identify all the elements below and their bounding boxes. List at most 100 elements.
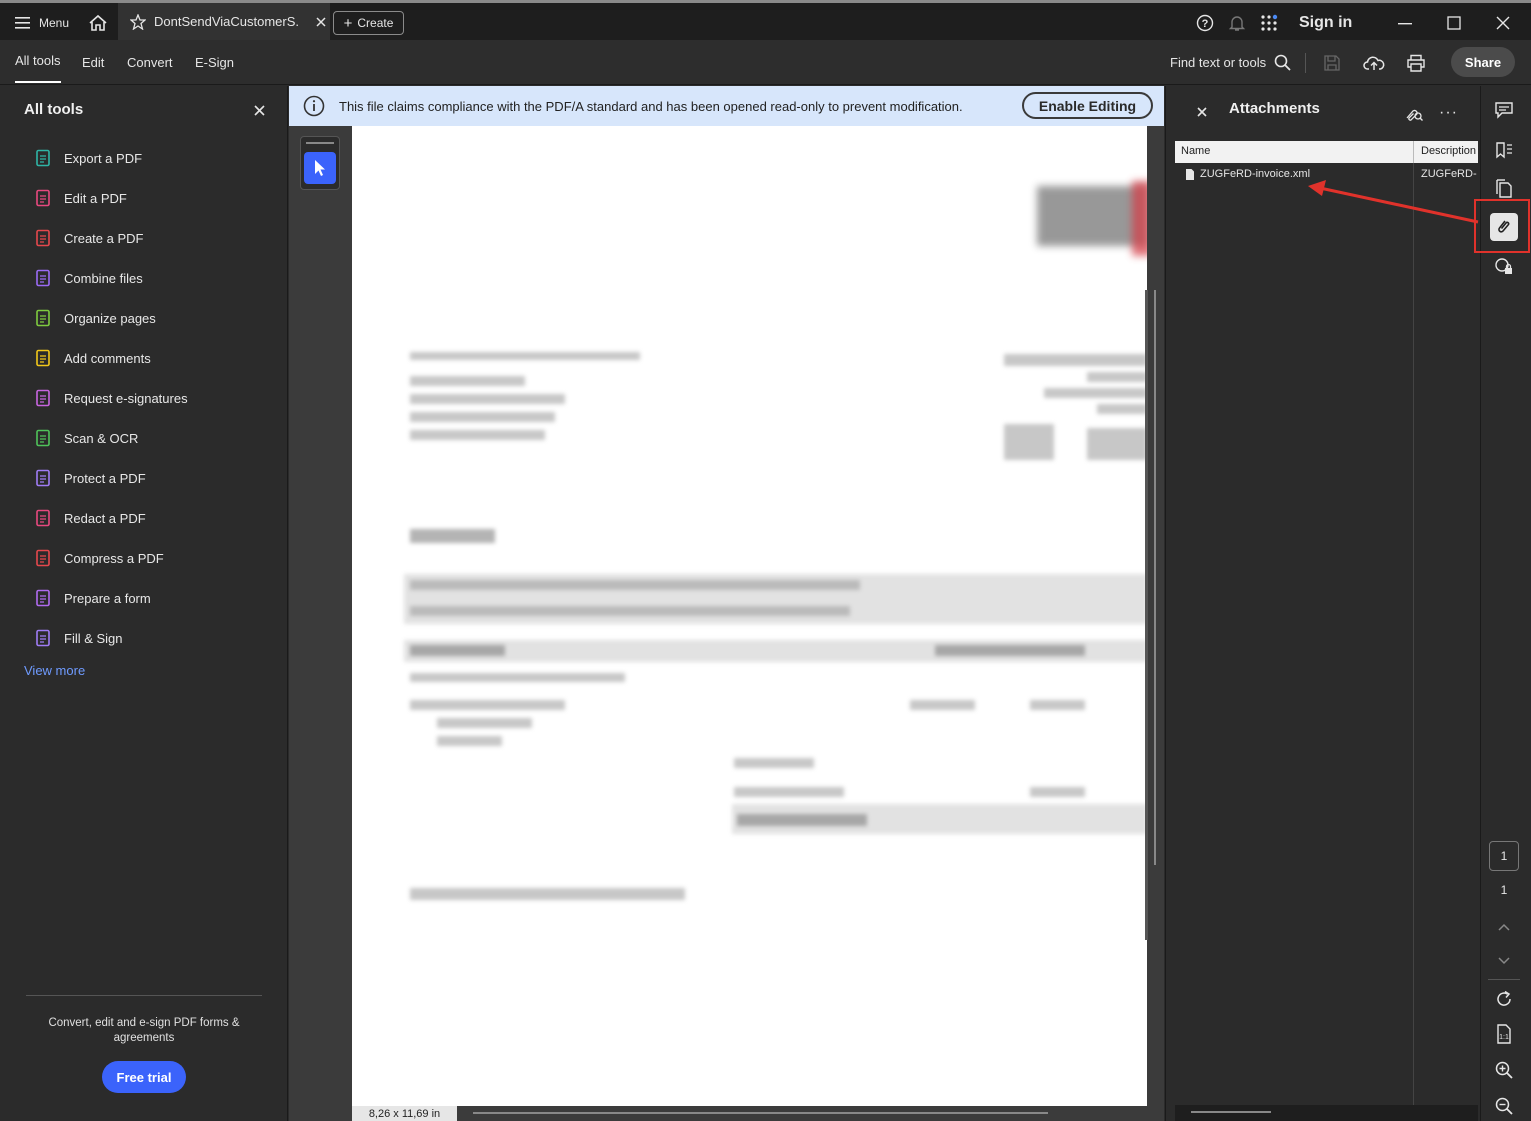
attachments-scroll-track[interactable] — [1175, 1105, 1478, 1121]
create-button[interactable]: + Create — [333, 11, 404, 35]
column-divider-line — [1413, 163, 1414, 1105]
blurred-text — [410, 430, 545, 440]
search-attachments-button[interactable] — [1404, 104, 1424, 122]
maximize-button[interactable] — [1447, 3, 1461, 43]
tool-item[interactable]: Fill & Sign — [34, 626, 123, 650]
prepare-form-icon — [36, 589, 50, 607]
tool-item[interactable]: Combine files — [34, 266, 143, 290]
blurred-text — [935, 645, 1085, 656]
zoom-out-button[interactable] — [1490, 1092, 1518, 1120]
blurred-text — [1097, 404, 1147, 414]
rotate-button[interactable] — [1490, 985, 1518, 1013]
upload-cloud-button[interactable] — [1363, 40, 1385, 85]
maximize-icon — [1447, 16, 1461, 30]
tool-item[interactable]: Redact a PDF — [34, 506, 146, 530]
more-options-icon[interactable]: ··· — [1439, 104, 1458, 122]
tool-item[interactable]: Add comments — [34, 346, 151, 370]
help-button[interactable]: ? — [1196, 3, 1214, 43]
attachments-title: Attachments — [1229, 100, 1320, 117]
previous-page-button[interactable] — [1490, 913, 1518, 941]
blurred-text — [410, 580, 860, 590]
tool-item[interactable]: Export a PDF — [34, 146, 142, 170]
tool-item[interactable]: Compress a PDF — [34, 546, 164, 570]
share-button[interactable]: Share — [1451, 47, 1515, 77]
tab-all-tools[interactable]: All tools — [15, 40, 61, 83]
fit-page-button[interactable]: 1:1 — [1490, 1020, 1518, 1048]
tool-label: Request e-signatures — [64, 390, 188, 406]
title-bar: Menu DontSendViaCustomerS... + Create ? … — [0, 0, 1531, 40]
select-tool-button[interactable] — [304, 152, 336, 184]
free-trial-button[interactable]: Free trial — [102, 1061, 186, 1093]
tool-label: Fill & Sign — [64, 630, 123, 646]
tab-document[interactable]: DontSendViaCustomerS... — [118, 3, 330, 40]
scan-ocr-icon — [36, 429, 50, 447]
create-label: Create — [357, 16, 394, 30]
protect-pdf-icon — [36, 469, 50, 487]
star-icon[interactable] — [130, 13, 146, 30]
attachments-button[interactable] — [1490, 213, 1518, 241]
all-tools-panel: All tools Export a PDF Edit a PDF Create a… — [0, 86, 288, 1121]
attachments-panel — [1165, 86, 1480, 1121]
find-label: Find text or tools — [1170, 55, 1267, 70]
tool-item[interactable]: Scan & OCR — [34, 426, 138, 450]
find-text-or-tools[interactable]: Find text or tools — [1170, 40, 1292, 85]
tool-item[interactable]: Prepare a form — [34, 586, 151, 610]
sign-in-button[interactable]: Sign in — [1299, 3, 1352, 43]
tab-convert-label: Convert — [127, 55, 173, 70]
tool-label: Prepare a form — [64, 590, 151, 606]
vertical-scroll-thumb[interactable] — [1154, 290, 1156, 865]
blurred-heading — [410, 529, 495, 543]
tab-convert[interactable]: Convert — [127, 40, 173, 85]
search-icon — [1274, 54, 1291, 71]
close-panel-button[interactable] — [254, 105, 265, 116]
drag-handle[interactable] — [306, 142, 334, 144]
tool-label: Protect a PDF — [64, 470, 146, 486]
svg-text:?: ? — [1202, 18, 1209, 30]
minimize-icon — [1398, 23, 1412, 25]
vertical-scrollbar[interactable] — [1145, 290, 1148, 940]
current-page-input[interactable]: 1 — [1489, 841, 1519, 871]
minimize-button[interactable] — [1398, 3, 1412, 43]
banner-message: This file claims compliance with the PDF… — [339, 98, 963, 114]
blurred-text — [1004, 354, 1147, 366]
request-esignatures-icon — [36, 389, 50, 407]
notifications-button[interactable] — [1228, 3, 1246, 43]
comments-button[interactable] — [1490, 96, 1518, 124]
menu-button[interactable]: Menu — [15, 3, 69, 43]
fill-sign-icon — [36, 629, 50, 647]
comment-icon — [1495, 102, 1513, 119]
tab-edit[interactable]: Edit — [82, 40, 104, 85]
next-page-button[interactable] — [1490, 947, 1518, 975]
svg-text:1:1: 1:1 — [1499, 1034, 1509, 1041]
print-button[interactable] — [1406, 40, 1426, 85]
tool-item[interactable]: Edit a PDF — [34, 186, 127, 210]
tool-item[interactable]: Protect a PDF — [34, 466, 146, 490]
sign-in-label: Sign in — [1299, 14, 1353, 31]
zoom-in-button[interactable] — [1490, 1056, 1518, 1084]
attachments-scroll-thumb[interactable] — [1191, 1111, 1271, 1113]
view-more-link[interactable]: View more — [24, 663, 85, 678]
horizontal-scrollbar[interactable] — [473, 1112, 1048, 1114]
enable-editing-button[interactable]: Enable Editing — [1022, 92, 1153, 119]
free-trial-label: Free trial — [116, 1069, 172, 1085]
bookmarks-button[interactable] — [1490, 136, 1518, 164]
tool-item[interactable]: Request e-signatures — [34, 386, 188, 410]
column-divider[interactable] — [1413, 141, 1414, 163]
tool-item[interactable]: Organize pages — [34, 306, 156, 330]
tool-label: Export a PDF — [64, 150, 143, 166]
blurred-text — [410, 888, 685, 900]
tool-label: Edit a PDF — [64, 190, 127, 206]
tool-item[interactable]: Create a PDF — [34, 226, 143, 250]
blurred-text — [734, 787, 844, 797]
close-tab-icon[interactable] — [316, 16, 326, 27]
apps-button[interactable] — [1260, 3, 1278, 43]
accessibility-button[interactable] — [1490, 253, 1518, 281]
close-attachments-button[interactable] — [1197, 107, 1207, 117]
column-description[interactable]: Description — [1421, 145, 1476, 157]
blurred-text — [410, 606, 850, 616]
close-window-button[interactable] — [1496, 3, 1510, 43]
column-name[interactable]: Name — [1181, 145, 1210, 157]
save-button[interactable] — [1323, 40, 1341, 85]
home-button[interactable] — [88, 3, 108, 43]
tab-esign[interactable]: E-Sign — [195, 40, 234, 85]
